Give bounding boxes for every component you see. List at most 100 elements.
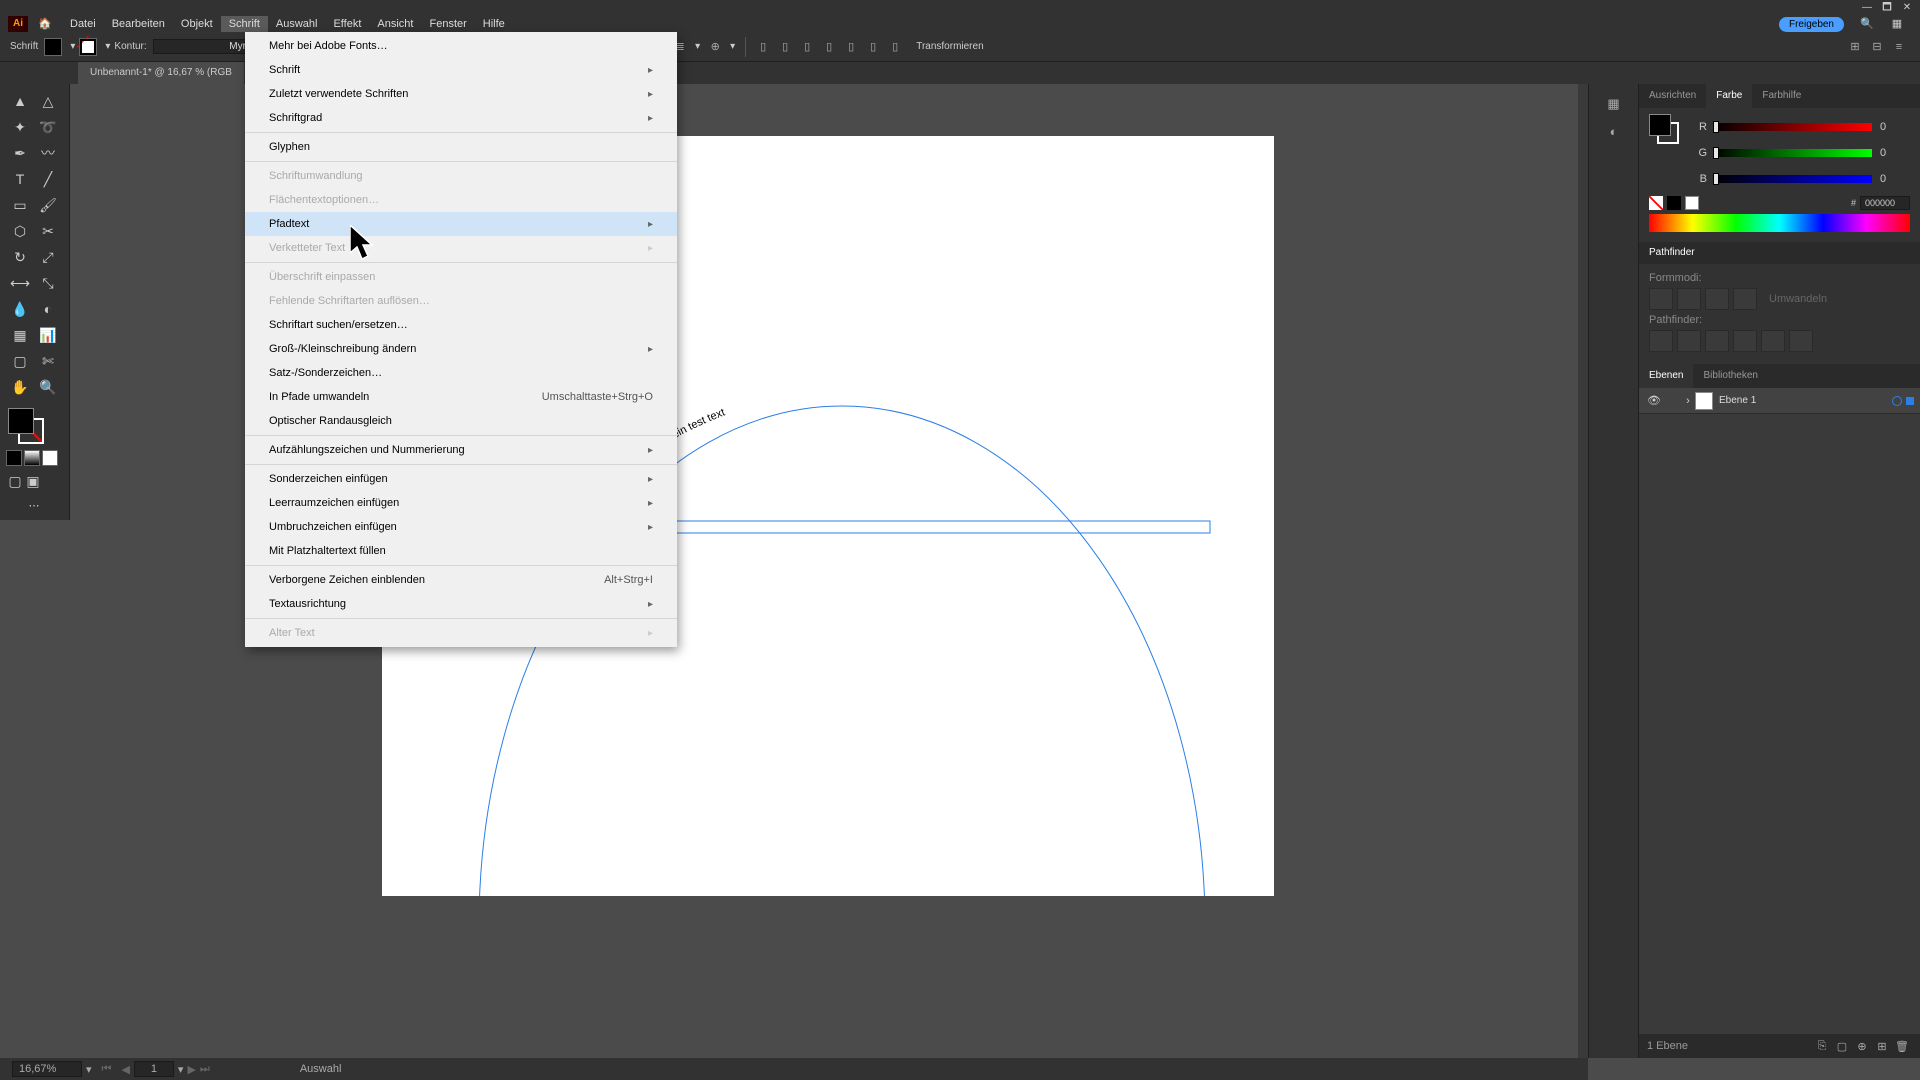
menu-insert-break[interactable]: Umbruchzeichen einfügen▸ [245,515,677,539]
maximize-icon[interactable]: 🗖 [1878,1,1896,15]
layer-name[interactable]: Ebene 1 [1719,395,1892,406]
stroke-dropdown-icon[interactable]: ▾ [105,41,110,52]
menu-placeholder-text[interactable]: Mit Platzhaltertext füllen [245,539,677,563]
spectrum-bar[interactable] [1649,214,1910,232]
black-swatch-icon[interactable] [1667,196,1681,210]
layer-footer-icon3[interactable]: ⊕ [1852,1040,1872,1053]
zoom-dd-icon[interactable]: ▾ [86,1063,92,1076]
g-slider[interactable] [1713,149,1872,157]
lasso-tool-icon[interactable]: ➰ [34,114,62,140]
color-mode-none[interactable] [42,450,58,466]
direct-selection-tool-icon[interactable]: △ [34,88,62,114]
strip-icon-2[interactable]: ◐ [1602,120,1626,144]
menu-insert-special[interactable]: Sonderzeichen einfügen▸ [245,467,677,491]
align-obj-icon[interactable]: ▯ [753,37,773,57]
align-obj7-icon[interactable]: ▯ [885,37,905,57]
nav-prev2-icon[interactable]: ◀ [121,1063,129,1076]
hex-field[interactable]: 000000 [1860,196,1910,210]
menu-schrift[interactable]: Schrift [221,16,268,32]
pathfinder-title[interactable]: Pathfinder [1639,242,1920,264]
menu-create-outlines[interactable]: In Pfade umwandelnUmschalttaste+Strg+O [245,385,677,409]
pen-tool-icon[interactable]: ✒ [6,140,34,166]
width-tool-icon[interactable]: ⟷ [6,270,34,296]
brush-tool-icon[interactable]: 🖌 [34,192,62,218]
fill-stroke-control[interactable] [6,406,62,446]
page-field[interactable]: 1 [134,1061,174,1077]
menu-font[interactable]: Schrift▸ [245,58,677,82]
menu-optical-margin[interactable]: Optischer Randausgleich [245,409,677,433]
document-tab[interactable]: Unbenannt-1* @ 16,67 % (RGB [78,62,244,84]
pf-outline-icon[interactable] [1761,330,1785,352]
expand-icon[interactable]: › [1681,395,1695,407]
zoom-tool-icon[interactable]: 🔍 [34,374,62,400]
fill-color-icon[interactable] [8,408,34,434]
gradient-tool-icon[interactable]: ◐ [34,296,62,322]
align-obj3-icon[interactable]: ▯ [797,37,817,57]
align-obj2-icon[interactable]: ▯ [775,37,795,57]
align-obj6-icon[interactable]: ▯ [863,37,883,57]
layer-row[interactable]: 👁 › Ebene 1 [1639,388,1920,414]
panel-fill-icon[interactable] [1649,114,1671,136]
nav-prev-icon[interactable]: ⏮ [102,1063,112,1076]
menu-smart-punctuation[interactable]: Satz-/Sonderzeichen… [245,361,677,385]
panel-fill-stroke[interactable] [1649,114,1685,150]
strip-icon-1[interactable]: ▦ [1602,92,1626,116]
b-value[interactable]: 0 [1880,173,1910,185]
nav-next2-icon[interactable]: ⏭ [200,1063,210,1076]
r-value[interactable]: 0 [1880,121,1910,133]
align-obj4-icon[interactable]: ▯ [819,37,839,57]
screen-mode-icon[interactable]: ▢ [6,472,24,490]
layer-footer-icon2[interactable]: ▢ [1832,1040,1852,1053]
pf-intersect-icon[interactable] [1705,288,1729,310]
nav-next-icon[interactable]: ▶ [187,1063,195,1076]
eyedropper-tool-icon[interactable]: 💧 [6,296,34,322]
opt-icon1[interactable]: ⊞ [1845,37,1865,57]
pf-minus-icon[interactable] [1677,288,1701,310]
share-button[interactable]: Freigeben [1779,17,1844,32]
tab-farbe[interactable]: Farbe [1706,84,1752,108]
slice-tool-icon[interactable]: ✄ [34,348,62,374]
pf-unite-icon[interactable] [1649,288,1673,310]
search-icon[interactable]: 🔍 [1856,16,1878,32]
listnum-dd-icon[interactable]: ▾ [695,41,700,52]
page-dd-icon[interactable]: ▾ [178,1063,184,1076]
white-swatch-icon[interactable] [1685,196,1699,210]
pf-merge-icon[interactable] [1705,330,1729,352]
pf-divide-icon[interactable] [1649,330,1673,352]
align-obj5-icon[interactable]: ▯ [841,37,861,57]
opt-icon3[interactable]: ≡ [1889,37,1909,57]
menu-glyphs[interactable]: Glyphen [245,135,677,159]
fill-dropdown-icon[interactable]: ▾ [70,41,75,52]
minimize-icon[interactable]: — [1858,1,1876,15]
menu-hidden-chars[interactable]: Verborgene Zeichen einblendenAlt+Strg+I [245,568,677,592]
pf-crop-icon[interactable] [1733,330,1757,352]
layer-thumbnail[interactable] [1695,392,1713,410]
arrange-icon[interactable]: ▦ [1886,16,1908,32]
b-slider[interactable] [1713,175,1872,183]
menu-fenster[interactable]: Fenster [421,16,474,32]
menu-find-font[interactable]: Schriftart suchen/ersetzen… [245,313,677,337]
mesh-tool-icon[interactable]: ▦ [6,322,34,348]
menu-effekt[interactable]: Effekt [325,16,369,32]
wand-tool-icon[interactable]: ✦ [6,114,34,140]
effects-icon[interactable]: ⊕ [705,37,725,57]
menu-hilfe[interactable]: Hilfe [475,16,513,32]
menu-change-case[interactable]: Groß-/Kleinschreibung ändern▸ [245,337,677,361]
type-tool-icon[interactable]: T [6,166,34,192]
target-icon[interactable] [1892,396,1902,406]
menu-auswahl[interactable]: Auswahl [268,16,326,32]
home-icon[interactable]: 🏠 [36,16,54,32]
menu-ansicht[interactable]: Ansicht [369,16,421,32]
none-swatch-icon[interactable] [1649,196,1663,210]
pf-trim-icon[interactable] [1677,330,1701,352]
pf-exclude-icon[interactable] [1733,288,1757,310]
menu-more-fonts[interactable]: Mehr bei Adobe Fonts… [245,34,677,58]
layer-footer-icon4[interactable]: ⊞ [1872,1040,1892,1053]
scrollbar-vertical[interactable] [1578,84,1588,1058]
stroke-swatch[interactable] [79,38,97,56]
artboard-tool-icon[interactable]: ▢ [6,348,34,374]
curvature-tool-icon[interactable]: 〰 [34,140,62,166]
fill-swatch[interactable] [44,38,62,56]
menu-path-text[interactable]: Pfadtext▸ [245,212,677,236]
close-icon[interactable]: ✕ [1898,1,1916,15]
